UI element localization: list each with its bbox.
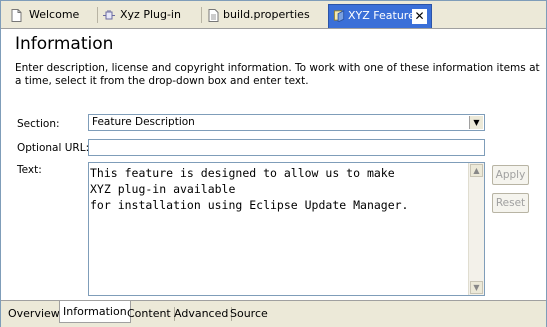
page-tab-bar: Overview Information Content Advanced So… [1, 300, 546, 327]
plugin-icon [103, 10, 115, 20]
reset-button[interactable]: Reset [492, 193, 529, 213]
tab-xyz-feature[interactable]: XYZ Feature ✕ [328, 4, 432, 28]
section-dropdown-value: Feature Description [92, 116, 195, 128]
feature-icon [333, 10, 345, 22]
tab-label: build.properties [223, 8, 310, 21]
form-page: Information Enter description, license a… [1, 29, 546, 300]
tab-label: XYZ Feature [348, 9, 415, 22]
apply-button[interactable]: Apply [492, 165, 529, 185]
scroll-up-icon[interactable]: ▲ [470, 164, 483, 177]
section-dropdown[interactable]: Feature Description ▼ [88, 114, 485, 131]
text-area-content: This feature is designed to allow us to … [90, 166, 409, 212]
optional-url-label: Optional URL: [17, 142, 90, 154]
section-label: Section: [17, 118, 60, 130]
tab-overview[interactable]: Overview [5, 305, 64, 323]
properties-file-icon [208, 9, 219, 22]
text-label: Text: [17, 164, 42, 176]
tab-label: Welcome [29, 8, 80, 21]
chevron-down-icon[interactable]: ▼ [469, 116, 483, 129]
vertical-scrollbar[interactable]: ▲ ▼ [468, 163, 484, 295]
tab-information[interactable]: Information [59, 301, 131, 323]
text-area[interactable]: This feature is designed to allow us to … [88, 162, 485, 296]
tab-advanced[interactable]: Advanced [171, 305, 233, 323]
page-description: Enter description, license and copyright… [15, 62, 540, 87]
tab-welcome[interactable]: Welcome [3, 4, 98, 26]
editor-tab-bar: Welcome Xyz Plug-in build.properties XYZ… [1, 1, 546, 29]
tab-content[interactable]: Content [124, 305, 175, 323]
tab-build-properties[interactable]: build.properties [202, 4, 328, 26]
editor-window: Welcome Xyz Plug-in build.properties XYZ… [0, 0, 547, 327]
document-icon [11, 9, 22, 22]
tab-label: Xyz Plug-in [120, 8, 181, 21]
optional-url-field[interactable] [88, 139, 485, 156]
close-icon[interactable]: ✕ [412, 9, 427, 24]
tab-xyz-plugin[interactable]: Xyz Plug-in [98, 4, 202, 26]
tab-source[interactable]: Source [227, 305, 271, 323]
page-title: Information [15, 34, 114, 54]
scroll-down-icon[interactable]: ▼ [470, 281, 483, 294]
